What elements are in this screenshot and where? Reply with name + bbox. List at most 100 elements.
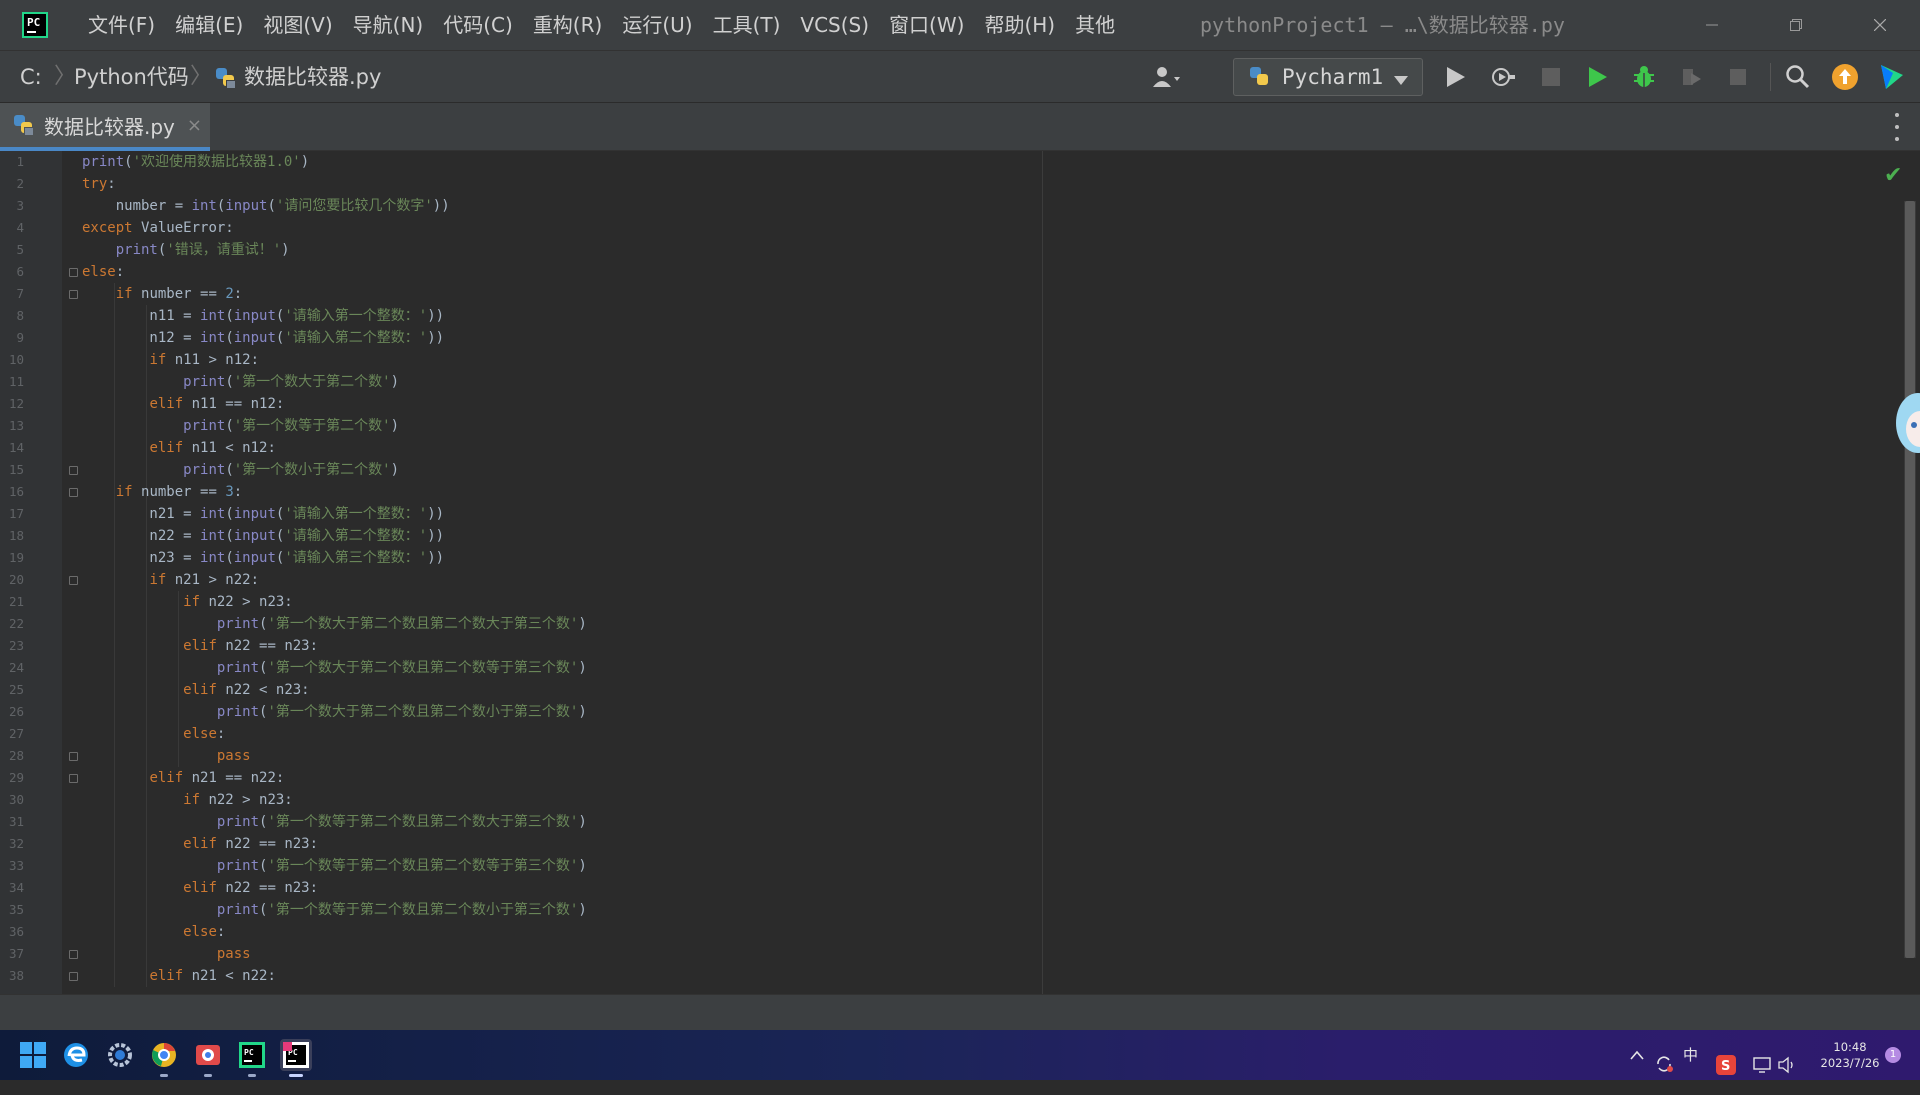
input-method-indicator[interactable]: 中 [1683, 1030, 1698, 1080]
menu-run[interactable]: 运行(U) [612, 0, 702, 50]
run-green-icon[interactable] [1584, 63, 1612, 91]
code-line[interactable]: else: [82, 921, 225, 943]
code-line[interactable]: if n21 > n22: [82, 569, 259, 591]
code-line[interactable]: print('第一个数大于第二个数且第二个数大于第三个数') [82, 613, 587, 635]
close-window-icon[interactable] [1850, 0, 1910, 50]
code-line[interactable]: elif n22 == n23: [82, 833, 318, 855]
code-line[interactable]: print('第一个数大于第二个数') [82, 371, 399, 393]
tab-close-icon[interactable]: × [187, 115, 202, 136]
fold-toggle-icon[interactable] [69, 752, 78, 761]
edge-browser-icon[interactable] [60, 1039, 92, 1071]
run-with-coverage-icon[interactable] [1489, 63, 1517, 91]
code-line[interactable]: n11 = int(input('请输入第一个整数：')) [82, 305, 444, 327]
code-line[interactable]: else: [82, 261, 124, 283]
code-editor[interactable]: 1 2 3 4 5 6 7 8 9 10 11 12 13 14 15 16 17 18 19 20 21 22 23 24 2… [0, 151, 1920, 994]
chrome-icon[interactable] [148, 1039, 180, 1071]
more-options-icon[interactable] [1892, 113, 1902, 141]
menu-refactor[interactable]: 重构(R) [523, 0, 613, 50]
fold-toggle-icon[interactable] [69, 466, 78, 475]
settings-icon[interactable] [104, 1039, 136, 1071]
code-line[interactable]: except ValueError: [82, 217, 234, 239]
code-line[interactable]: print('第一个数小于第二个数') [82, 459, 399, 481]
code-line[interactable]: elif n11 == n12: [82, 393, 284, 415]
code-line[interactable]: elif n21 == n22: [82, 767, 284, 789]
code-line[interactable]: print('欢迎使用数据比较器1.0') [82, 151, 309, 173]
code-line[interactable]: elif n21 < n22: [82, 965, 275, 987]
menu-view[interactable]: 视图(V) [253, 0, 342, 50]
network-icon[interactable] [1753, 1045, 1773, 1095]
code-line[interactable]: elif n11 < n12: [82, 437, 275, 459]
fold-toggle-icon[interactable] [69, 488, 78, 497]
code-line[interactable]: if number == 3: [82, 481, 242, 503]
code-line[interactable]: print('第一个数等于第二个数') [82, 415, 399, 437]
code-line[interactable]: if n11 > n12: [82, 349, 259, 371]
fold-toggle-icon[interactable] [69, 972, 78, 981]
code-line[interactable]: if n22 > n23: [82, 789, 293, 811]
menu-code[interactable]: 代码(C) [433, 0, 523, 50]
code-line[interactable]: print('第一个数等于第二个数且第二个数等于第三个数') [82, 855, 587, 877]
code-line[interactable]: n21 = int(input('请输入第一个整数：')) [82, 503, 444, 525]
code-line[interactable]: print('第一个数等于第二个数且第二个数大于第三个数') [82, 811, 587, 833]
code-line[interactable]: pass [82, 943, 251, 965]
pycharm-logo-icon[interactable]: PC [22, 12, 48, 38]
search-icon[interactable] [1784, 63, 1812, 91]
code-line[interactable]: n12 = int(input('请输入第二个整数：')) [82, 327, 444, 349]
fold-toggle-icon[interactable] [69, 774, 78, 783]
volume-icon[interactable] [1777, 1045, 1797, 1095]
debug-icon[interactable] [1630, 63, 1658, 91]
code-line[interactable]: number = int(input('请问您要比较几个数字')) [82, 195, 450, 217]
vertical-scrollbar-thumb[interactable] [1905, 201, 1915, 958]
menu-window[interactable]: 窗口(W) [879, 0, 974, 50]
restore-icon[interactable] [1766, 0, 1826, 50]
menu-help[interactable]: 帮助(H) [974, 0, 1065, 50]
jetbrains-toolbox-icon[interactable] [1878, 63, 1906, 91]
code-line[interactable]: print('第一个数等于第二个数且第二个数小于第三个数') [82, 899, 587, 921]
fold-toggle-icon[interactable] [69, 950, 78, 959]
code-token: int [200, 528, 226, 544]
menu-tools[interactable]: 工具(T) [703, 0, 791, 50]
code-line[interactable]: n22 = int(input('请输入第二个整数：')) [82, 525, 444, 547]
run-icon[interactable] [1442, 63, 1470, 91]
photos-icon[interactable] [192, 1039, 224, 1071]
tab-data-comparator[interactable]: 数据比较器.py × [0, 103, 210, 151]
code-line[interactable]: print('错误，请重试！') [82, 239, 290, 261]
pycharm-icon[interactable]: PC [236, 1039, 268, 1071]
windows-start-icon[interactable] [17, 1039, 49, 1071]
breadcrumb-folder[interactable]: Python代码 [74, 51, 189, 103]
line-number: 18 [8, 528, 24, 543]
code-line[interactable]: elif n22 < n23: [82, 679, 309, 701]
pycharm-ce-icon[interactable]: PC [280, 1039, 312, 1071]
code-line[interactable]: try: [82, 173, 116, 195]
system-clock[interactable]: 10:48 2023/7/26 [1810, 1039, 1890, 1071]
code-line[interactable]: print('第一个数大于第二个数且第二个数等于第三个数') [82, 657, 587, 679]
code-line[interactable]: print('第一个数大于第二个数且第二个数小于第三个数') [82, 701, 587, 723]
sogou-ime-icon[interactable]: S [1716, 1045, 1736, 1095]
run-configuration-selector[interactable]: Pycharm1 [1233, 58, 1423, 96]
fold-toggle-icon[interactable] [69, 576, 78, 585]
notification-badge[interactable]: 1 [1885, 1047, 1901, 1063]
fold-toggle-icon[interactable] [69, 268, 78, 277]
menu-other[interactable]: 其他 [1065, 0, 1125, 50]
code-line[interactable]: if n22 > n23: [82, 591, 293, 613]
code-line[interactable]: elif n22 == n23: [82, 635, 318, 657]
menu-file[interactable]: 文件(F) [78, 0, 165, 50]
fold-toggle-icon[interactable] [69, 290, 78, 299]
menu-navigate[interactable]: 导航(N) [343, 0, 434, 50]
update-icon[interactable] [1831, 63, 1859, 91]
tray-overflow-chevron-icon[interactable] [1630, 1030, 1644, 1080]
no-problems-check-icon[interactable]: ✔ [1884, 163, 1902, 188]
code-line[interactable]: pass [82, 745, 251, 767]
breadcrumb-file[interactable]: 数据比较器.py [244, 51, 381, 103]
menu-edit[interactable]: 编辑(E) [165, 0, 253, 50]
minimize-icon[interactable] [1682, 0, 1742, 50]
code-line[interactable]: n23 = int(input('请输入第三个整数：')) [82, 547, 444, 569]
breadcrumb-root[interactable]: C: [20, 51, 42, 103]
menu-vcs[interactable]: VCS(S) [790, 0, 879, 50]
code-line[interactable]: if number == 2: [82, 283, 242, 305]
sync-icon[interactable] [1654, 1044, 1674, 1094]
user-account-icon[interactable] [1152, 63, 1180, 91]
code-line[interactable]: else: [82, 723, 225, 745]
code-line[interactable]: elif n22 == n23: [82, 877, 318, 899]
